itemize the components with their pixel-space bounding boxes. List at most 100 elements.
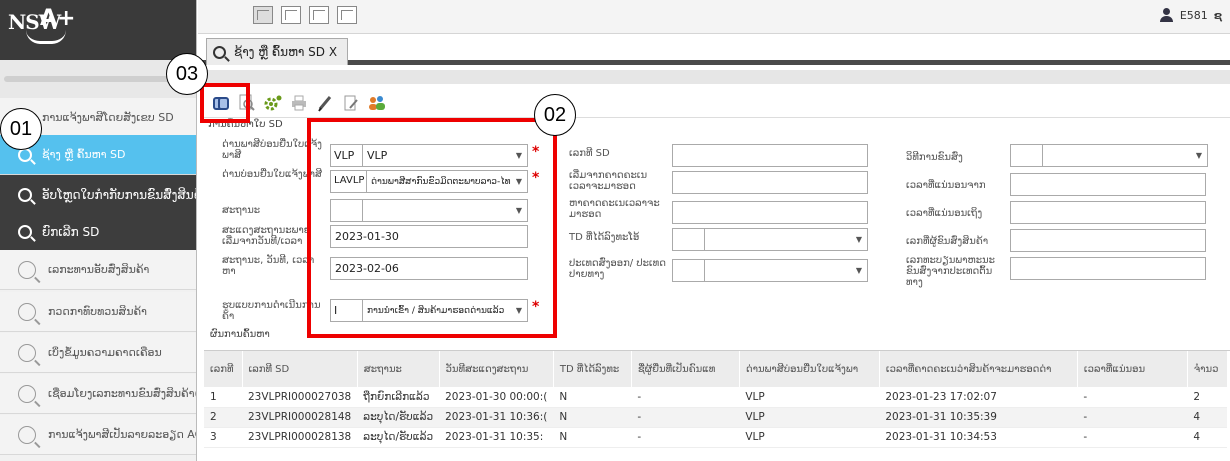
sidebar-item-upload-waybill[interactable]: ອັບໂຫຼດໃບກຳກັບການຂົນສົ່ງສິນຄ້າ <box>0 175 196 215</box>
search-icon <box>18 302 36 321</box>
chevron-down-icon: ▼ <box>1195 151 1203 160</box>
col-header[interactable]: ເວລາທີ່ຄາດຄະເນວ່າສິນຄ້າຈະມາຮອດດ່າ <box>879 351 1078 387</box>
edit-pencil-icon[interactable] <box>314 92 336 114</box>
cell: 1 <box>204 387 242 408</box>
col-header[interactable]: ສະຖານະ <box>357 351 440 387</box>
country-code <box>673 260 705 281</box>
annotation-callout-02: 02 <box>534 94 576 136</box>
cell: - <box>1077 407 1188 428</box>
arrival-from-input[interactable] <box>672 171 868 194</box>
cell: VLP <box>739 407 880 428</box>
cell: ຖືກຍົກເລີກແລ້ວ <box>357 387 440 408</box>
cell: 4 <box>1187 427 1228 448</box>
cell: N <box>553 407 632 428</box>
col-header[interactable]: ເລກທີ SD <box>242 351 358 387</box>
tab-content-band <box>198 70 1230 84</box>
col-header[interactable]: ເວລາທີ່ແນ່ນອນ <box>1077 351 1188 387</box>
cell: 2023-01-23 17:02:07 <box>879 387 1078 408</box>
td-select[interactable]: ▼ <box>672 228 868 251</box>
cell: ລະບຸໄດ/ຮັບແລ້ວ <box>357 407 440 428</box>
modified-to-label: ເວລາທີ່ແນ່ນອນເຖິງ <box>906 208 983 219</box>
modified-from-input[interactable] <box>1010 173 1206 196</box>
table-row[interactable]: 2 23VLPRI000028148 ລະບຸໄດ/ຮັບແລ້ວ 2023-0… <box>204 407 1228 428</box>
modified-to-input[interactable] <box>1010 201 1206 224</box>
permit-code <box>1011 145 1043 166</box>
layout-rows-icon[interactable] <box>309 6 329 24</box>
sidebar-item-label: ເຊື່ອມໂຍງເລກະທານຂົນສົ່ງສິນຄ້າ(T <box>48 387 197 400</box>
cell: N <box>553 387 632 408</box>
search-icon <box>18 425 36 444</box>
td-value <box>705 236 851 244</box>
table-header-row: ເລກທີ ເລກທີ SD ສະຖານະ ວັນທີສະແດງສະຖານ TD… <box>204 351 1228 387</box>
sidebar-item-transport-docs[interactable]: ເລກະທານອັບສົ່ງສິນຄ້າ <box>0 250 196 290</box>
user-extra: ຊ <box>1213 8 1222 22</box>
toolbar <box>204 88 1230 118</box>
user-area[interactable]: E581 ຊ <box>1159 8 1222 22</box>
layout-grid-icon[interactable] <box>253 6 273 24</box>
sidebar-item-inspect-goods[interactable]: ກວດກາທົບທວນສິນຄ້າ <box>0 292 196 332</box>
document-edit-icon[interactable] <box>340 92 362 114</box>
sidebar-item-cancel-sd[interactable]: ຍົກເລີກ SD <box>0 212 196 252</box>
search-icon <box>18 187 32 202</box>
nsw-logo: NSW A+ <box>0 0 196 60</box>
col-header[interactable]: TD ທີ່ໄດ້ລົງທະ <box>553 351 632 387</box>
col-header[interactable]: ວັນທີສະແດງສະຖານ <box>439 351 554 387</box>
cell: 2023-01-30 00:00:( <box>439 387 554 408</box>
country-select[interactable]: ▼ <box>672 259 868 282</box>
col-header[interactable]: ຈຳນວ <box>1187 351 1228 387</box>
sidebar-item-link-transport[interactable]: ເຊື່ອມໂຍງເລກະທານຂົນສົ່ງສິນຄ້າ(T <box>0 374 197 414</box>
country-value <box>705 267 851 275</box>
cell: 2023-01-31 10:35:39 <box>879 407 1078 428</box>
sd-number-input[interactable] <box>672 144 868 167</box>
carrier-input[interactable] <box>1010 229 1206 252</box>
users-icon[interactable] <box>366 92 388 114</box>
vehicle-input[interactable] <box>1010 257 1206 280</box>
tab-search-sd[interactable]: ຊ້າງ ຫຼື ຄົ້ນຫາ SD X <box>206 38 349 65</box>
sidebar-item-label: ການແຈ້ງພາສີເປັນລາຍລະອຽດ ACI <box>48 428 197 441</box>
carrier-label: ເລກທີ່ຜູ້ຂົນສົ່ງສິນຄ້າ <box>906 236 989 247</box>
col-header[interactable]: ເລກທີ <box>204 351 243 387</box>
sidebar-item-label: ເບິ່ງຂໍ້ມູນຄວາມຄາດເຄືອນ <box>48 346 162 359</box>
col-header[interactable]: ດ່ານພາສີບ່ອນຍື່ນໃບແຈ້ງພາ <box>739 351 880 387</box>
annotation-box-form-fields <box>307 118 557 338</box>
sidebar-item-label: ຍົກເລີກ SD <box>42 224 100 239</box>
cell: 4 <box>1187 407 1228 428</box>
arrival-to-label: ຫາຄາດຄະເນເວລາຈະມາຮອດ <box>569 198 660 220</box>
cell: 2023-01-31 10:35: <box>439 427 554 448</box>
cell: - <box>631 427 740 448</box>
layout-split-icon[interactable] <box>281 6 301 24</box>
search-icon <box>18 384 36 403</box>
annotation-box-toolbar-search <box>200 83 250 123</box>
sidebar-item-label: ການແຈ້ງພາສີໂດຍສັງເຂບ SD <box>42 111 174 124</box>
results-table-wrap: ເລກທີ ເລກທີ SD ສະຖານະ ວັນທີສະແດງສະຖານ TD… <box>204 350 1230 461</box>
sidebar-item-detailed-declaration[interactable]: ການແຈ້ງພາສີເປັນລາຍລະອຽດ ACI <box>0 415 197 455</box>
user-group-icon <box>1159 8 1174 22</box>
arrival-from-label: ເລີ່ມຈາກຄາດຄະເນເວລາຈະມາຮອດ <box>569 170 648 192</box>
print-icon[interactable] <box>288 92 310 114</box>
td-code <box>673 229 705 250</box>
cell: 2 <box>1187 387 1228 408</box>
layout-single-icon[interactable] <box>337 6 357 24</box>
sd-number-label: ເລກທີ SD <box>569 148 610 159</box>
settings-gear-icon[interactable] <box>262 92 284 114</box>
sidebar-item-risk-info[interactable]: ເບິ່ງຂໍ້ມູນຄວາມຄາດເຄືອນ <box>0 333 196 373</box>
country-label: ປະເທດສົ່ງອອກ/ ປະເທດປາຍທາງ <box>569 258 666 280</box>
table-row[interactable]: 3 23VLPRI000028138 ລະບຸໄດ/ຮັບແລ້ວ 2023-0… <box>204 427 1228 448</box>
cell: 2023-01-31 10:34:53 <box>879 427 1078 448</box>
cell: 2 <box>204 407 242 428</box>
cell: - <box>1077 387 1188 408</box>
table-row[interactable]: 1 23VLPRI000027038 ຖືກຍົກເລີກແລ້ວ 2023-0… <box>204 387 1228 408</box>
cell: 3 <box>204 427 242 448</box>
tab-strip: ຊ້າງ ຫຼື ຄົ້ນຫາ SD X <box>198 34 1230 65</box>
cell: 23VLPRI000028148 <box>242 407 358 428</box>
sidebar-item-label: ເລກະທານອັບສົ່ງສິນຄ້າ <box>48 263 150 276</box>
cell: - <box>631 387 740 408</box>
col-header[interactable]: ຊື່ຜູ້ຍື່ນທີ່ເປັນຄົນແທ <box>631 351 740 387</box>
annotation-callout-01: 01 <box>0 108 42 150</box>
logo-arc <box>26 30 66 44</box>
permit-select[interactable]: ▼ <box>1010 144 1208 167</box>
sidebar-item-label: ກວດກາທົບທວນສິນຄ້າ <box>48 305 147 318</box>
cell: N <box>553 427 632 448</box>
tab-label: ຊ້າງ ຫຼື ຄົ້ນຫາ SD X <box>234 45 338 59</box>
arrival-to-input[interactable] <box>672 201 868 224</box>
